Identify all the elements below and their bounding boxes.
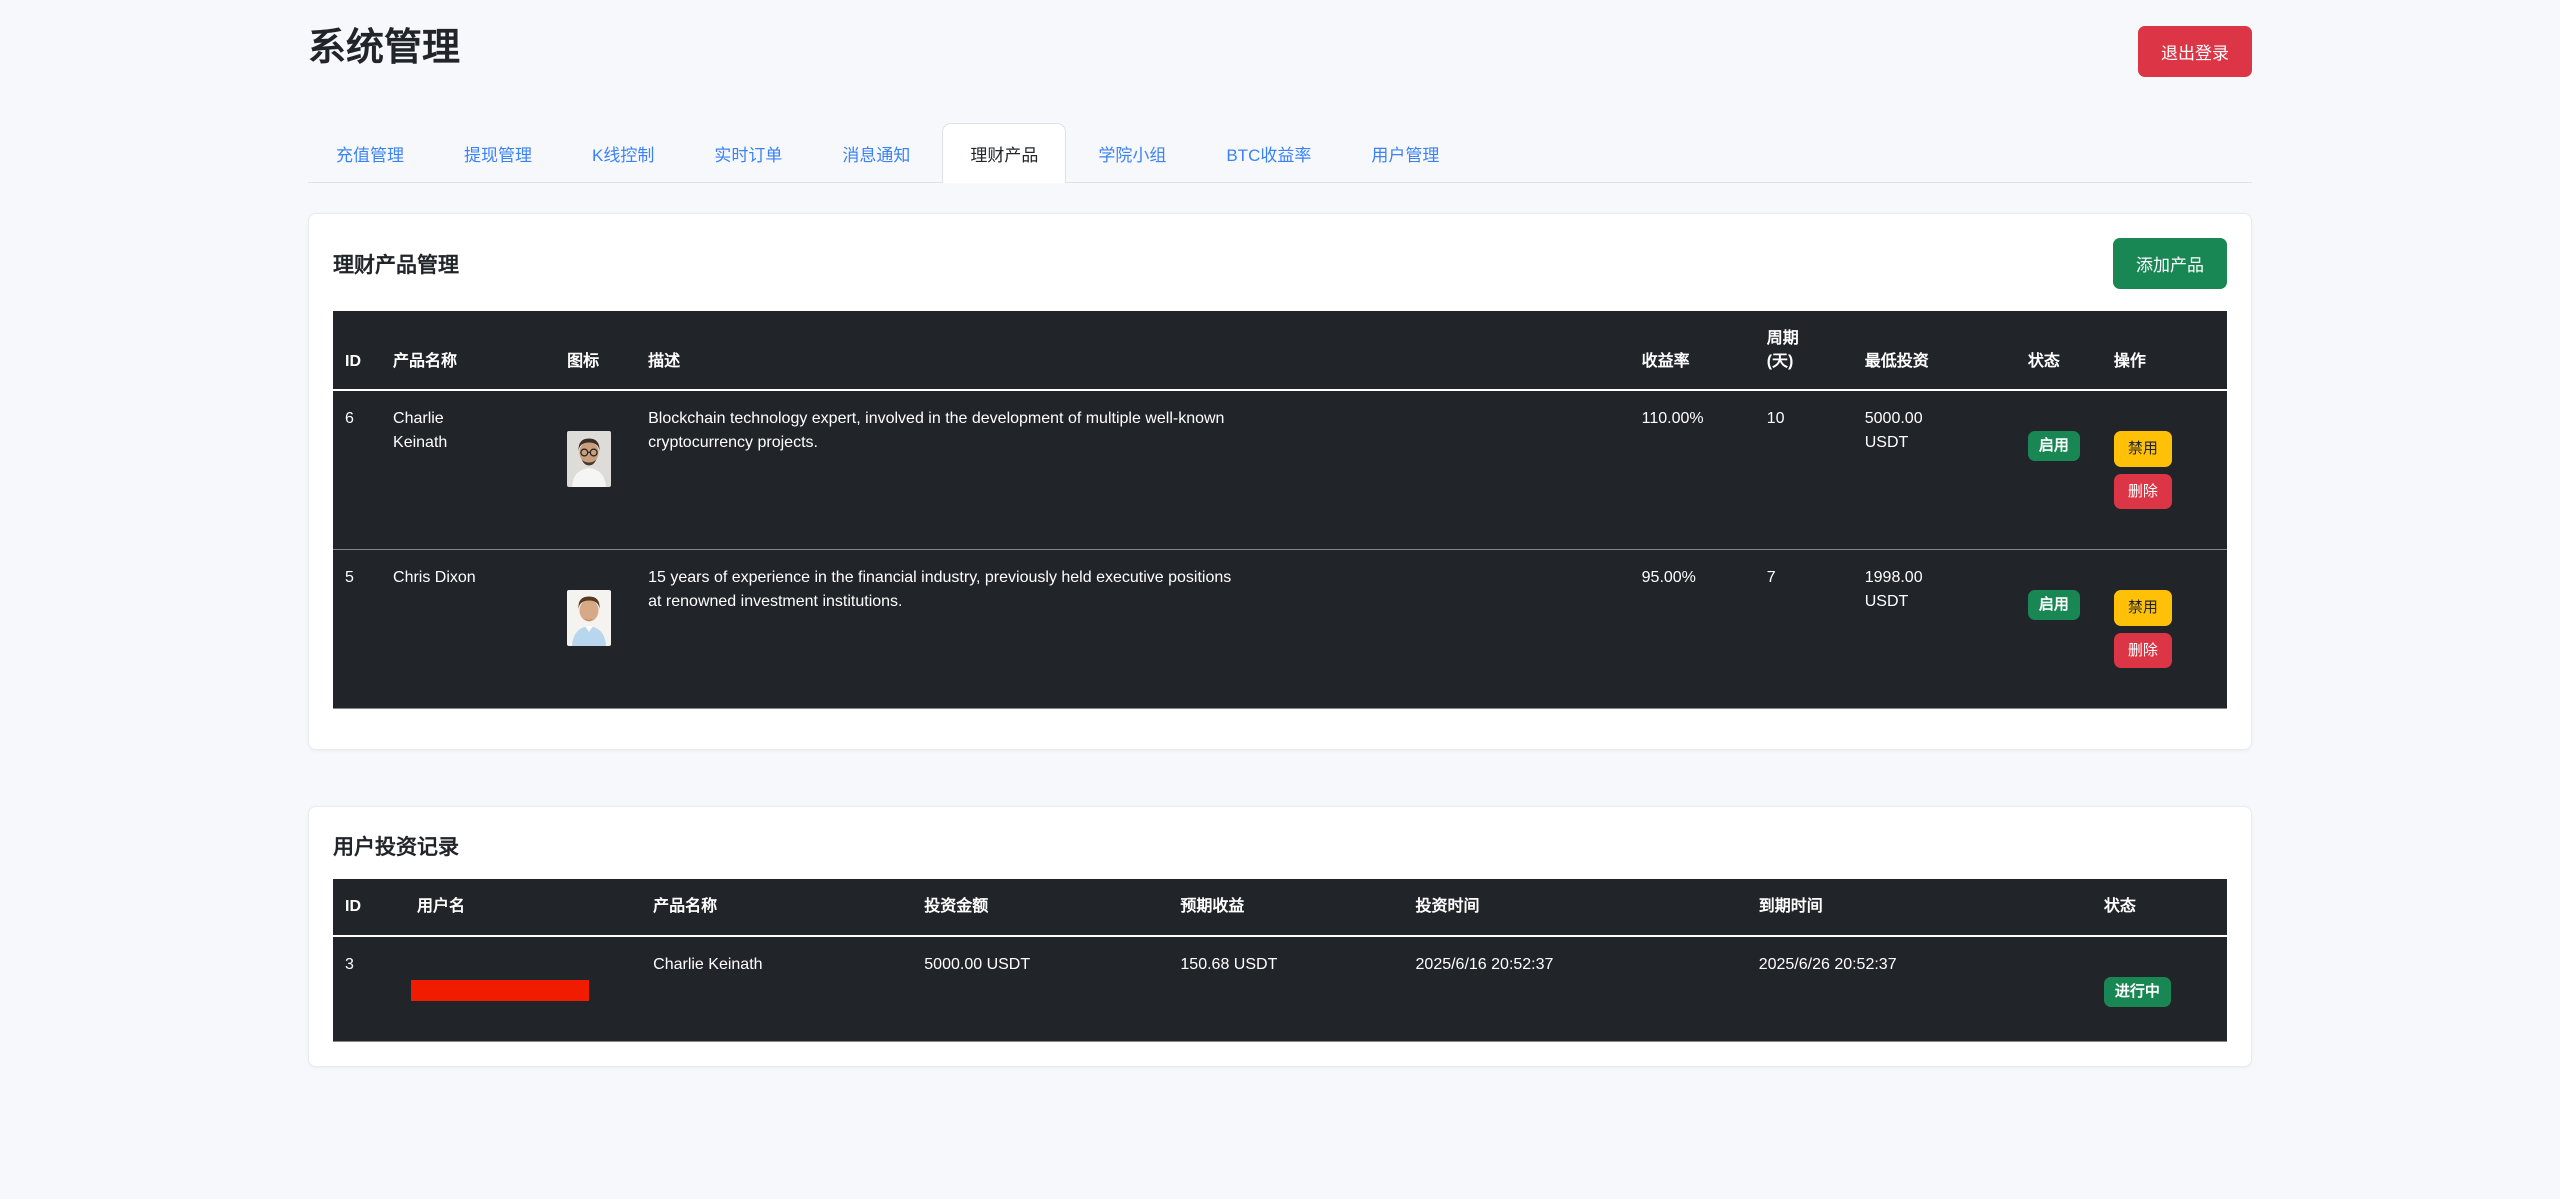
tab-realtime-orders[interactable]: 实时订单 xyxy=(686,123,810,183)
tab-recharge-management[interactable]: 充值管理 xyxy=(308,123,432,183)
investment-username-cell xyxy=(405,936,641,1042)
product-rate-cell: 110.00% xyxy=(1630,390,1755,550)
tab-withdrawal-management[interactable]: 提现管理 xyxy=(436,123,560,183)
status-enabled-badge: 启用 xyxy=(2028,431,2080,461)
product-description-cell: 15 years of experience in the financial … xyxy=(636,550,1630,709)
column-header-product-name: 产品名称 xyxy=(381,311,555,390)
column-header-username: 用户名 xyxy=(405,879,641,935)
investment-status-cell: 进行中 xyxy=(2092,936,2227,1042)
column-header-status: 状态 xyxy=(2092,879,2227,935)
column-header-period: 周期 (天) xyxy=(1755,311,1853,390)
tab-notifications[interactable]: 消息通知 xyxy=(814,123,938,183)
column-header-expected-profit: 预期收益 xyxy=(1168,879,1403,935)
column-header-amount: 投资金额 xyxy=(912,879,1168,935)
page-header: 系统管理 退出登录 xyxy=(308,26,2252,77)
delete-product-button[interactable]: 删除 xyxy=(2114,633,2172,669)
page-title: 系统管理 xyxy=(308,26,460,72)
product-name-cell: Chris Dixon xyxy=(381,550,555,709)
disable-product-button[interactable]: 禁用 xyxy=(2114,431,2172,467)
status-enabled-badge: 启用 xyxy=(2028,590,2080,620)
investment-expire-time-cell: 2025/6/26 20:52:37 xyxy=(1747,936,2092,1042)
product-actions-cell: 禁用 删除 xyxy=(2102,390,2227,550)
column-header-product-name: 产品名称 xyxy=(641,879,912,935)
add-product-button[interactable]: 添加产品 xyxy=(2113,238,2227,289)
column-header-id: ID xyxy=(333,311,381,390)
product-min-invest-cell: 1998.00 USDT xyxy=(1853,550,2016,709)
investment-product-cell: Charlie Keinath xyxy=(641,936,912,1042)
column-header-expire-time: 到期时间 xyxy=(1747,879,2092,935)
column-header-status: 状态 xyxy=(2016,311,2102,390)
product-row: 5 Chris Dixon 15 years of experience in … xyxy=(333,550,2227,709)
investments-table-header-row: ID 用户名 产品名称 投资金额 预期收益 投资时间 到期时间 状态 xyxy=(333,879,2227,935)
product-period-cell: 10 xyxy=(1755,390,1853,550)
products-card: 理财产品管理 添加产品 ID 产品名称 图标 描述 收益率 周期 (天) 最低投… xyxy=(308,213,2252,750)
investment-amount-cell: 5000.00 USDT xyxy=(912,936,1168,1042)
product-name-cell: Charlie Keinath xyxy=(381,390,555,550)
investment-invest-time-cell: 2025/6/16 20:52:37 xyxy=(1404,936,1747,1042)
products-table: ID 产品名称 图标 描述 收益率 周期 (天) 最低投资 状态 操作 6 Ch… xyxy=(333,311,2227,709)
column-header-id: ID xyxy=(333,879,405,935)
admin-page: 系统管理 退出登录 充值管理 提现管理 K线控制 实时订单 消息通知 理财产品 … xyxy=(308,0,2252,1067)
delete-product-button[interactable]: 删除 xyxy=(2114,474,2172,510)
tab-bar: 充值管理 提现管理 K线控制 实时订单 消息通知 理财产品 学院小组 BTC收益… xyxy=(308,123,2252,183)
product-period-cell: 7 xyxy=(1755,550,1853,709)
product-rate-cell: 95.00% xyxy=(1630,550,1755,709)
avatar-man-glasses-icon xyxy=(567,431,611,487)
product-min-invest-cell: 5000.00 USDT xyxy=(1853,390,2016,550)
tab-academy-groups[interactable]: 学院小组 xyxy=(1070,123,1194,183)
product-actions-cell: 禁用 删除 xyxy=(2102,550,2227,709)
logout-button[interactable]: 退出登录 xyxy=(2138,26,2252,77)
investments-table: ID 用户名 产品名称 投资金额 预期收益 投资时间 到期时间 状态 3 Cha… xyxy=(333,879,2227,1041)
product-description-cell: Blockchain technology expert, involved i… xyxy=(636,390,1630,550)
product-icon-cell xyxy=(555,390,636,550)
product-id-cell: 5 xyxy=(333,550,381,709)
product-id-cell: 6 xyxy=(333,390,381,550)
investment-id-cell: 3 xyxy=(333,936,405,1042)
status-in-progress-badge: 进行中 xyxy=(2104,977,2171,1007)
investments-card: 用户投资记录 ID 用户名 产品名称 投资金额 预期收益 投资时间 到期时间 状… xyxy=(308,806,2252,1066)
product-status-cell: 启用 xyxy=(2016,550,2102,709)
column-header-min-invest: 最低投资 xyxy=(1853,311,2016,390)
product-icon-cell xyxy=(555,550,636,709)
column-header-invest-time: 投资时间 xyxy=(1404,879,1747,935)
column-header-description: 描述 xyxy=(636,311,1630,390)
tab-wealth-products[interactable]: 理财产品 xyxy=(942,123,1066,183)
column-header-rate: 收益率 xyxy=(1630,311,1755,390)
column-header-icon: 图标 xyxy=(555,311,636,390)
avatar-man-blue-shirt-icon xyxy=(567,590,611,646)
tab-kline-control[interactable]: K线控制 xyxy=(564,123,682,183)
tab-btc-yield[interactable]: BTC收益率 xyxy=(1198,123,1339,183)
investment-row: 3 Charlie Keinath 5000.00 USDT 150.68 US… xyxy=(333,936,2227,1042)
product-row: 6 Charlie Keinath xyxy=(333,390,2227,550)
tab-user-management[interactable]: 用户管理 xyxy=(1343,123,1467,183)
column-header-actions: 操作 xyxy=(2102,311,2227,390)
disable-product-button[interactable]: 禁用 xyxy=(2114,590,2172,626)
products-card-title: 理财产品管理 xyxy=(333,249,459,279)
redacted-username xyxy=(411,980,589,1001)
investment-profit-cell: 150.68 USDT xyxy=(1168,936,1403,1042)
products-table-header-row: ID 产品名称 图标 描述 收益率 周期 (天) 最低投资 状态 操作 xyxy=(333,311,2227,390)
investments-card-title: 用户投资记录 xyxy=(333,831,459,861)
product-status-cell: 启用 xyxy=(2016,390,2102,550)
